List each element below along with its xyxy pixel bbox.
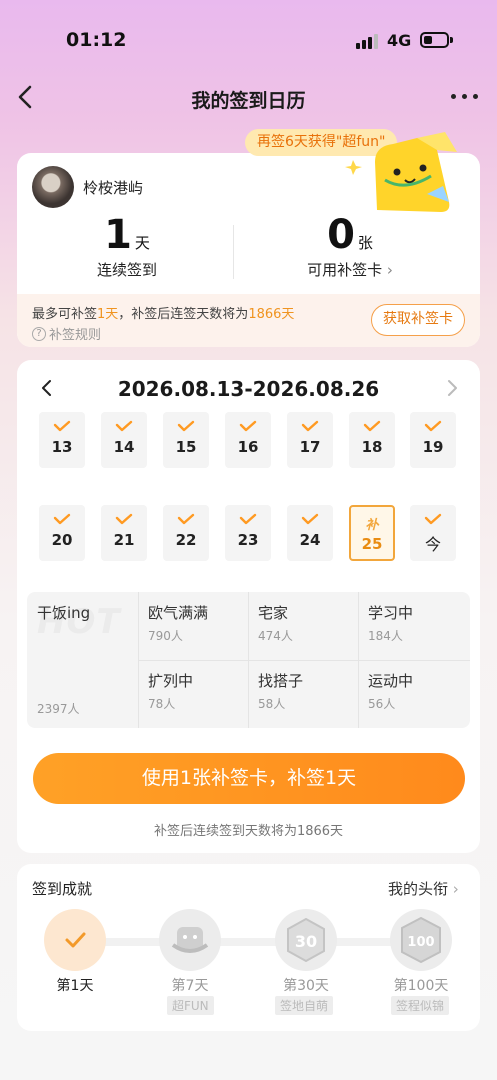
check-icon (115, 513, 133, 525)
tag-main-count: 2397人 (37, 702, 80, 716)
signal-icon (356, 34, 378, 49)
stat-divider (233, 225, 234, 279)
badge-label: 第30天 (283, 978, 329, 994)
date-range: 2026.08.13-2026.08.26 (117, 377, 380, 401)
fun-badge-icon (171, 927, 209, 953)
achievements-card: 签到成就 我的头衔 › 30 100 第1天 第7天 第30天 第100天 超F… (17, 864, 480, 1031)
100-days-badge-icon: 100 (401, 916, 441, 964)
day-number: 19 (422, 438, 444, 456)
day-number: 25 (361, 535, 383, 553)
makeup-mark: 补 (365, 518, 379, 533)
makeup-rule-link[interactable]: ? 补签规则 (32, 324, 101, 343)
check-icon (239, 420, 257, 432)
badge-label: 第7天 (171, 978, 209, 994)
calendar-day-today[interactable]: 今 (410, 505, 456, 561)
badge-day-7[interactable] (159, 909, 221, 971)
tag-item[interactable]: 宅家 474人 (258, 602, 293, 644)
makeup-card-stat[interactable]: 0张 可用补签卡 › (270, 213, 430, 280)
check-icon (424, 513, 442, 525)
day-number: 今 (424, 535, 441, 554)
calendar-card: 2026.08.13-2026.08.26 13 14 15 16 17 18 19 20 21… (17, 360, 480, 853)
day-number: 24 (299, 531, 321, 549)
check-icon (177, 513, 195, 525)
check-icon (115, 420, 133, 432)
badge-day-100[interactable]: 100 (390, 909, 452, 971)
calendar-day[interactable]: 20 (39, 505, 85, 561)
get-makeup-card-button[interactable]: 获取补签卡 (371, 304, 465, 336)
check-icon (177, 420, 195, 432)
makeup-card-label[interactable]: 可用补签卡 › (270, 259, 430, 280)
badge-day-30[interactable]: 30 (275, 909, 337, 971)
check-icon (301, 420, 319, 432)
check-icon (424, 420, 442, 432)
makeup-tip: 补签后连续签到天数将为1866天 (153, 824, 344, 839)
check-icon (363, 420, 381, 432)
svg-text:100: 100 (407, 935, 434, 950)
check-icon (53, 513, 71, 525)
tag-item[interactable]: 扩列中 78人 (148, 670, 193, 712)
network-label: 4G (387, 31, 412, 50)
next-arrow-icon[interactable] (442, 378, 462, 398)
use-makeup-card-button[interactable]: 使用1张补签卡，补签1天 (33, 753, 465, 804)
calendar-day[interactable]: 16 (225, 412, 271, 468)
calendar-day[interactable]: 17 (287, 412, 333, 468)
tag-item[interactable]: 欧气满满 790人 (148, 602, 208, 644)
mascot-icon (345, 132, 457, 212)
my-titles-link[interactable]: 我的头衔 › (388, 878, 459, 899)
badge-tag: 超FUN (167, 996, 214, 1015)
username: 柃桉港屿 (83, 179, 144, 197)
status-tags: HOT 干饭ing 2397人 欧气满满 790人 宅家 474人 学习中 184人 … (27, 592, 470, 728)
svg-text:30: 30 (295, 932, 317, 951)
30-days-badge-icon: 30 (287, 917, 325, 963)
day-number: 23 (237, 531, 259, 549)
day-number: 16 (237, 438, 259, 456)
tag-item[interactable]: 学习中 184人 (368, 602, 413, 644)
chevron-right-icon: › (382, 261, 393, 279)
day-number: 20 (51, 531, 73, 549)
day-number: 17 (299, 438, 321, 456)
page-title: 我的签到日历 (191, 90, 306, 112)
day-number: 22 (175, 531, 197, 549)
battery-icon (420, 32, 449, 48)
tag-item[interactable]: 运动中 56人 (368, 670, 413, 712)
streak-label: 连续签到 (96, 261, 157, 279)
badge-day-1[interactable] (44, 909, 106, 971)
achievement-track (77, 938, 417, 946)
calendar-day[interactable]: 19 (410, 412, 456, 468)
badge-label: 第100天 (393, 978, 449, 994)
makeup-note: 最多可补签1天，补签后连签天数将为1866天 (32, 307, 295, 322)
badge-label: 第1天 (56, 978, 94, 994)
day-number: 13 (51, 438, 73, 456)
check-icon (301, 513, 319, 525)
streak-stat: 1天 连续签到 (47, 213, 207, 280)
calendar-day[interactable]: 23 (225, 505, 271, 561)
check-icon (53, 420, 71, 432)
badge-tag: 签地自萌 (275, 996, 334, 1015)
day-number: 21 (113, 531, 135, 549)
tag-item[interactable]: 找搭子 58人 (258, 670, 303, 712)
calendar-day[interactable]: 21 (101, 505, 147, 561)
status-time: 01:12 (66, 29, 127, 51)
calendar-day[interactable]: 18 (349, 412, 395, 468)
nav-bar: 我的签到日历 (0, 78, 497, 118)
calendar-day[interactable]: 14 (101, 412, 147, 468)
calendar-day[interactable]: 15 (163, 412, 209, 468)
question-icon: ? (32, 326, 46, 341)
calendar-day[interactable]: 补 25 (349, 505, 395, 561)
avatar[interactable] (32, 166, 74, 208)
achievements-title: 签到成就 (32, 880, 93, 898)
day-number: 15 (175, 438, 197, 456)
chevron-right-icon: › (448, 880, 459, 898)
calendar-day[interactable]: 13 (39, 412, 85, 468)
badge-tag: 签程似锦 (391, 996, 450, 1015)
calendar-day[interactable]: 22 (163, 505, 209, 561)
check-icon (239, 513, 257, 525)
check-icon (65, 932, 86, 948)
status-bar: 01:12 4G (0, 0, 497, 78)
calendar-day[interactable]: 24 (287, 505, 333, 561)
day-number: 14 (113, 438, 135, 456)
more-icon[interactable] (451, 94, 478, 99)
tag-main[interactable]: 干饭ing (37, 602, 90, 623)
day-number: 18 (361, 438, 383, 456)
